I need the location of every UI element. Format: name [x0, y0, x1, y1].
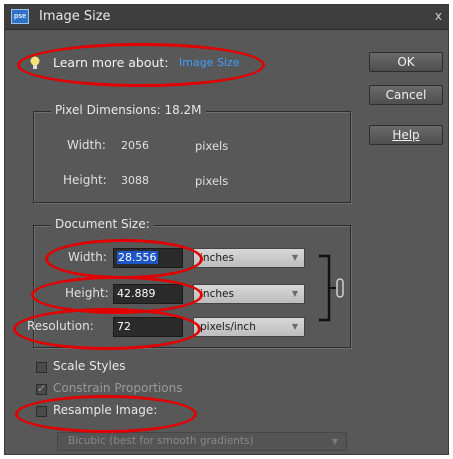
constrain-proportions-label: Constrain Proportions — [53, 381, 183, 395]
image-size-help-link[interactable]: Image Size — [179, 56, 240, 69]
resolution-value: 72 — [117, 320, 131, 333]
app-icon: pse — [11, 9, 29, 24]
resample-image-checkbox[interactable] — [36, 406, 47, 417]
pixel-dimensions-legend: Pixel Dimensions: 18.2M — [51, 103, 206, 117]
resolution-unit-select[interactable]: pixels/inch ▼ — [193, 317, 305, 337]
doc-height-unit: inches — [200, 288, 234, 300]
doc-width-unit-select[interactable]: inches ▼ — [193, 248, 305, 268]
scale-styles-label: Scale Styles — [53, 359, 126, 373]
resample-method-value: Bicubic (best for smooth gradients) — [68, 435, 254, 447]
pixel-width-value: 2056 — [121, 139, 149, 152]
pixel-height-label: Height: — [63, 173, 107, 187]
doc-height-input[interactable]: 42.889 — [113, 284, 183, 304]
doc-height-unit-select[interactable]: inches ▼ — [193, 284, 305, 304]
image-size-dialog: pse Image Size x Learn more about: Image… — [4, 4, 449, 455]
doc-width-unit: inches — [200, 252, 234, 264]
dropdown-arrow-icon: ▼ — [291, 322, 298, 331]
resample-method-select[interactable]: Bicubic (best for smooth gradients) ▼ — [57, 432, 347, 451]
chain-link-icon — [319, 254, 344, 322]
dropdown-arrow-icon: ▼ — [331, 437, 338, 446]
doc-height-label: Height: — [65, 286, 109, 300]
resolution-label: Resolution: — [27, 319, 94, 333]
lightbulb-icon — [30, 56, 40, 69]
title-bar: pse Image Size x — [5, 5, 448, 30]
constrain-proportions-checkbox[interactable]: ✓ — [36, 382, 47, 395]
pixel-height-unit: pixels — [195, 174, 229, 188]
ok-button[interactable]: OK — [369, 52, 443, 72]
close-icon[interactable]: x — [435, 9, 442, 23]
doc-width-input[interactable]: 28.556 — [113, 248, 183, 268]
dropdown-arrow-icon: ▼ — [291, 253, 298, 262]
document-size-legend: Document Size: — [51, 217, 154, 231]
pixel-dimensions-group — [33, 111, 351, 203]
pixel-width-unit: pixels — [195, 139, 229, 153]
resolution-unit: pixels/inch — [200, 321, 256, 333]
dialog-title: Image Size — [39, 9, 111, 24]
resolution-input[interactable]: 72 — [113, 317, 183, 337]
doc-height-value: 42.889 — [117, 287, 156, 300]
checkmark-icon: ✓ — [37, 382, 47, 395]
learn-more-label: Learn more about: — [53, 55, 169, 70]
resample-image-label: Resample Image: — [53, 403, 158, 417]
doc-width-label: Width: — [68, 250, 107, 264]
pixel-height-value: 3088 — [121, 174, 149, 187]
scale-styles-checkbox[interactable] — [36, 362, 47, 373]
pixel-width-label: Width: — [67, 138, 106, 152]
doc-width-value: 28.556 — [117, 251, 158, 264]
help-button[interactable]: Help — [369, 125, 443, 145]
cancel-button[interactable]: Cancel — [369, 85, 443, 105]
dropdown-arrow-icon: ▼ — [291, 289, 298, 298]
